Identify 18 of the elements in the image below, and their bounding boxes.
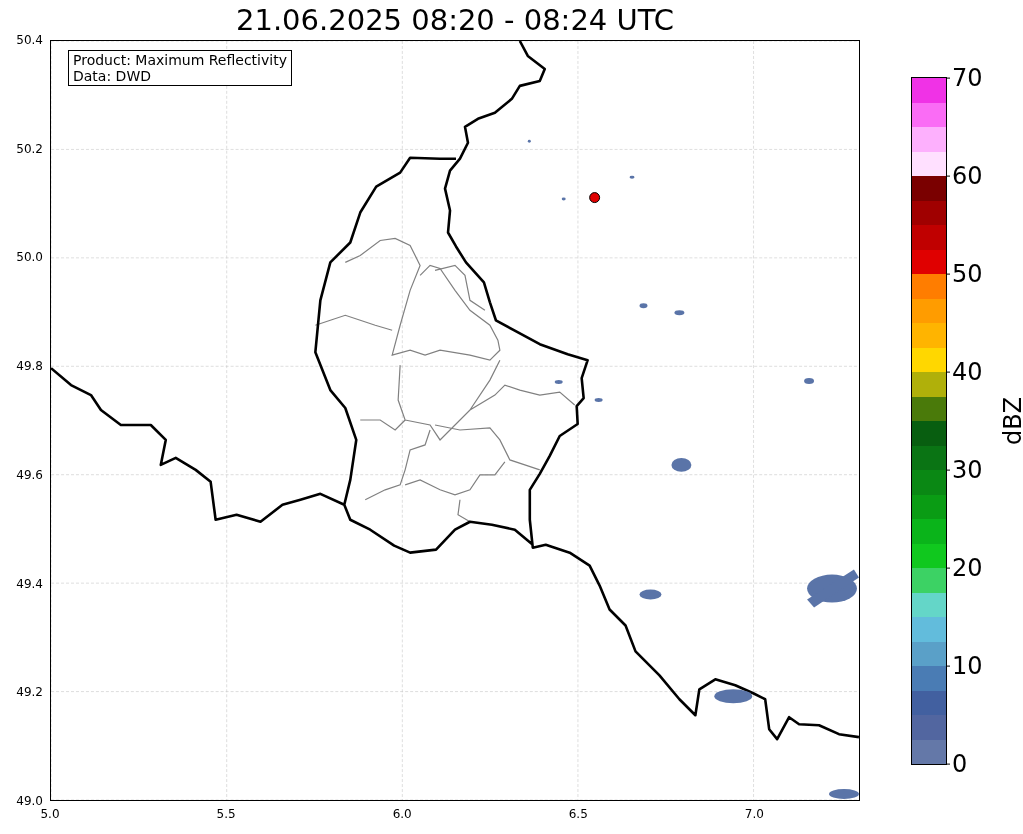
y-tick-label: 50.0 [16, 250, 43, 265]
y-tick-label: 50.2 [16, 141, 43, 156]
y-tick-label: 49.4 [16, 576, 43, 591]
info-text: Data: DWD [73, 68, 152, 84]
y-tick-label: 49.8 [16, 359, 43, 374]
info-text: Product: Maximum Reflectivity [73, 52, 287, 68]
y-tick-label: 50.4 [16, 33, 43, 47]
y-tick-label: 49.2 [16, 685, 43, 700]
location-marker [589, 192, 601, 204]
x-tick-label: 5.0 [40, 807, 60, 821]
y-tick-label: 49.6 [16, 467, 43, 482]
colorbar-label: dBZ [999, 396, 1023, 446]
x-tick-label: 6.5 [568, 807, 588, 821]
y-tick-label: 49.0 [16, 794, 43, 808]
x-tick-label: 6.0 [392, 807, 412, 821]
chart-title: 21.06.2025 08:20 - 08:24 UTC [235, 2, 675, 39]
x-tick-label: 5.5 [216, 807, 236, 821]
x-tick-label: 7.0 [744, 807, 764, 821]
